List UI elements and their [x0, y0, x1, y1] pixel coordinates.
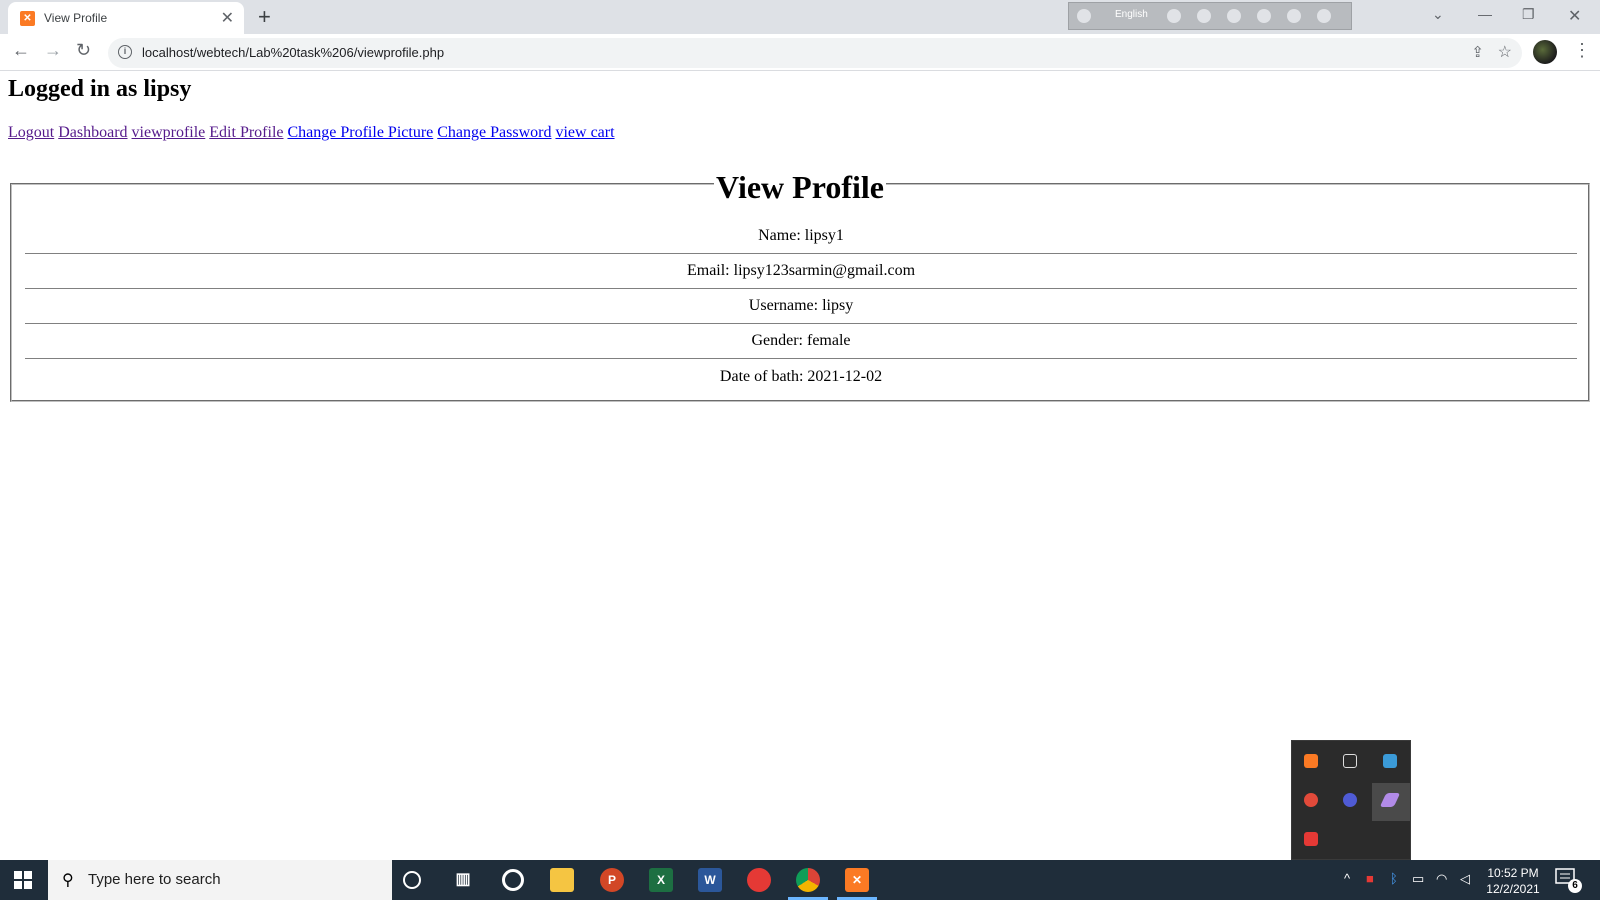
- file-explorer-icon[interactable]: [550, 868, 574, 892]
- tab-title: View Profile: [44, 11, 108, 25]
- action-center-icon[interactable]: 6: [1555, 868, 1582, 893]
- ime-brush-icon[interactable]: [1197, 9, 1211, 23]
- volume-icon[interactable]: ◁: [1460, 871, 1470, 887]
- powerpoint-icon[interactable]: P: [600, 868, 624, 892]
- profile-row-date-of-birth: Date of bath: 2021-12-02: [719, 368, 883, 385]
- ime-info-icon[interactable]: [1317, 9, 1331, 23]
- battery-icon[interactable]: ▭: [1412, 871, 1424, 887]
- task-view-icon[interactable]: ▥: [451, 868, 475, 892]
- cortana-icon[interactable]: [403, 871, 421, 889]
- browser-tab[interactable]: ✕ View Profile ✕: [8, 2, 244, 34]
- teams-tray-icon[interactable]: [1343, 793, 1357, 807]
- word-icon[interactable]: W: [698, 868, 722, 892]
- profile-row-gender: Gender: female: [25, 323, 1577, 359]
- app-tray-icon[interactable]: [1304, 793, 1318, 807]
- close-window-button[interactable]: ✕: [1568, 6, 1581, 26]
- reload-button[interactable]: ↻: [76, 40, 91, 61]
- profile-legend: View Profile: [12, 169, 1588, 206]
- logout-link[interactable]: Logout: [8, 124, 54, 141]
- ime-language-label[interactable]: English: [1115, 9, 1148, 20]
- wifi-icon[interactable]: ◠: [1436, 871, 1447, 887]
- search-icon: ⚲: [62, 872, 74, 889]
- xampp-icon[interactable]: ✕: [845, 868, 869, 892]
- app-red-icon[interactable]: [747, 868, 771, 892]
- taskbar-search-box[interactable]: ⚲ Type here to search: [48, 860, 392, 900]
- clock-date: 12/2/2021: [1486, 882, 1540, 896]
- share-icon[interactable]: ⇪: [1471, 43, 1484, 61]
- xampp-tray-icon[interactable]: [1304, 754, 1318, 768]
- view-cart-link[interactable]: view cart: [555, 124, 614, 141]
- nav-links: Logout Dashboard viewprofile Edit Profil…: [8, 124, 615, 142]
- monitor-tray-icon[interactable]: [1343, 754, 1357, 768]
- taskbar-clock[interactable]: 10:52 PM 12/2/2021: [1478, 865, 1548, 897]
- tab-strip: ✕ View Profile ✕ + English ⌄ — ❐ ✕: [0, 0, 1600, 34]
- restore-button[interactable]: ❐: [1522, 6, 1535, 23]
- taskbar: ⚲ Type here to search ▥ P X W ✕ ^ ■ ᛒ ▭ …: [0, 860, 1600, 900]
- profile-fieldset: View Profile Name: lipsy1 Email: lipsy12…: [10, 169, 1590, 402]
- ime-language-bar[interactable]: English: [1068, 2, 1352, 30]
- show-hidden-icons-icon[interactable]: ^: [1344, 871, 1350, 886]
- ime-settings-icon[interactable]: [1227, 9, 1241, 23]
- profile-row-email: Email: lipsy123sarmin@gmail.com: [25, 253, 1577, 289]
- viewprofile-link[interactable]: viewprofile: [132, 124, 206, 141]
- windows-start-icon[interactable]: [14, 871, 32, 889]
- close-tab-icon[interactable]: ✕: [221, 8, 234, 28]
- tray-overflow-popup: [1291, 740, 1411, 860]
- ime-cloud-icon[interactable]: [1167, 9, 1181, 23]
- bluetooth-icon[interactable]: ᛒ: [1390, 871, 1398, 886]
- browser-toolbar: ← → ↻ i localhost/webtech/Lab%20task%206…: [0, 34, 1600, 71]
- change-password-link[interactable]: Change Password: [437, 124, 551, 141]
- edit-profile-link[interactable]: Edit Profile: [209, 124, 283, 141]
- profile-row-name: Name: lipsy1: [25, 218, 1577, 254]
- clock-time: 10:52 PM: [1487, 866, 1539, 880]
- search-placeholder[interactable]: Type here to search: [88, 871, 221, 888]
- new-tab-button[interactable]: +: [258, 4, 271, 30]
- app-circle-icon[interactable]: [502, 869, 524, 891]
- url-text[interactable]: localhost/webtech/Lab%20task%206/viewpro…: [142, 45, 444, 60]
- profile-legend-text: View Profile: [714, 169, 886, 205]
- profile-row-username: Username: lipsy: [25, 288, 1577, 324]
- minimize-button[interactable]: —: [1478, 6, 1492, 22]
- forward-button[interactable]: →: [44, 40, 62, 61]
- dashboard-link[interactable]: Dashboard: [58, 124, 127, 141]
- address-bar[interactable]: i localhost/webtech/Lab%20task%206/viewp…: [108, 38, 1522, 68]
- ime-pen-icon[interactable]: [1257, 9, 1271, 23]
- network-tray-icon[interactable]: [1383, 754, 1397, 768]
- xampp-favicon-icon: ✕: [20, 11, 35, 26]
- site-info-icon[interactable]: i: [118, 45, 132, 59]
- back-button[interactable]: ←: [12, 40, 30, 61]
- anydesk-tray-icon[interactable]: [1304, 832, 1318, 846]
- change-profile-picture-link[interactable]: Change Profile Picture: [288, 124, 434, 141]
- ime-help-icon[interactable]: [1287, 9, 1301, 23]
- bookmark-star-icon[interactable]: ☆: [1498, 42, 1512, 62]
- profile-avatar[interactable]: [1533, 40, 1557, 64]
- logged-in-heading: Logged in as lipsy: [8, 76, 192, 102]
- excel-icon[interactable]: X: [649, 868, 673, 892]
- browser-menu-icon[interactable]: ⋮: [1573, 40, 1591, 61]
- chrome-icon[interactable]: [796, 868, 820, 892]
- notification-count-badge: 6: [1568, 879, 1582, 893]
- acrobat-tray-icon[interactable]: ■: [1366, 871, 1374, 886]
- tab-search-icon[interactable]: ⌄: [1432, 6, 1444, 23]
- ime-handle-icon[interactable]: [1077, 9, 1091, 23]
